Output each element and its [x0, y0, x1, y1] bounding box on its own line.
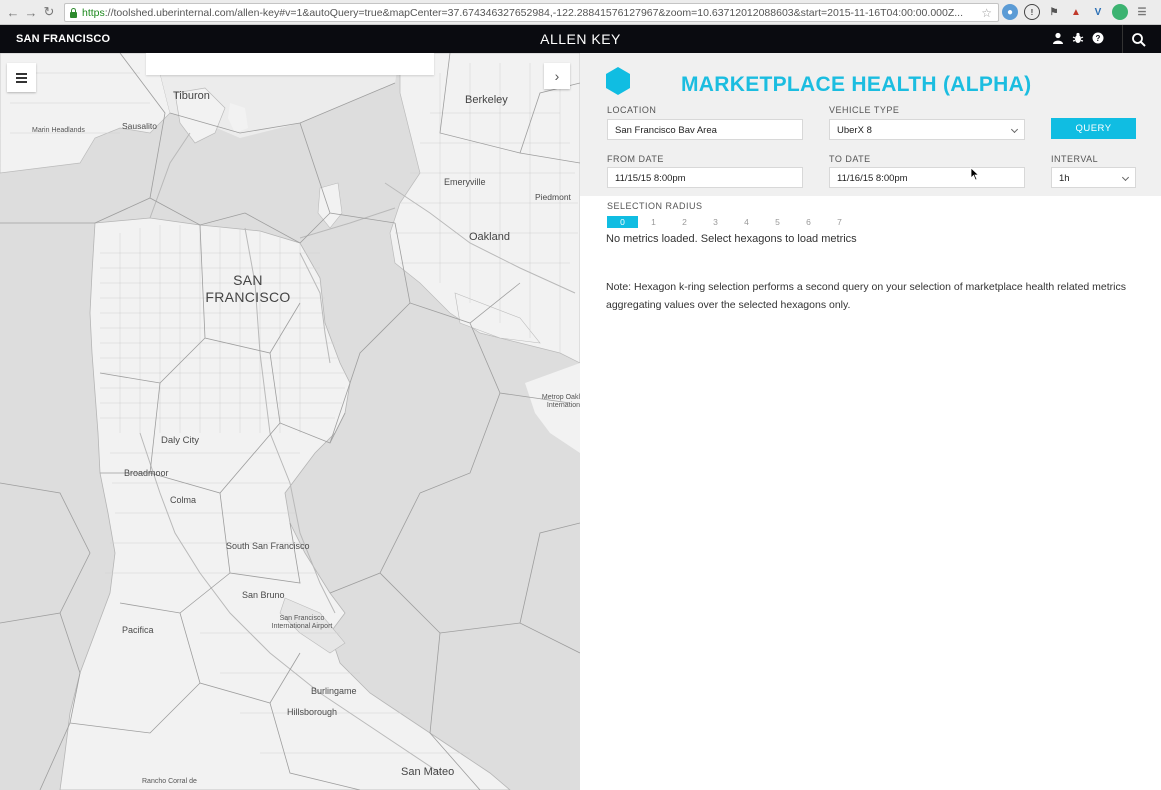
map-label-sausalito: Sausalito	[122, 121, 157, 131]
extension-icon[interactable]: V	[1090, 4, 1106, 20]
address-bar[interactable]: https://toolshed.uberinternal.com/allen-…	[64, 3, 999, 22]
interval-select[interactable]: 1h	[1051, 167, 1136, 188]
query-form: MARKETPLACE HEALTH (ALPHA) LOCATION San …	[580, 53, 1161, 196]
user-icon[interactable]	[1051, 31, 1065, 45]
map-label-emeryville: Emeryville	[444, 177, 486, 187]
metrics-status-message: No metrics loaded. Select hexagons to lo…	[606, 233, 857, 245]
app-header: SAN FRANCISCO ALLEN KEY ?	[0, 25, 1161, 53]
query-button[interactable]: QUERY	[1051, 118, 1136, 139]
to-date-label: TO DATE	[829, 154, 871, 164]
map-label-daly-city: Daly City	[161, 435, 200, 446]
radius-option[interactable]: 5	[762, 216, 793, 228]
from-date-input[interactable]: 11/15/15 8:00pm	[607, 167, 803, 188]
interval-label: INTERVAL	[1051, 154, 1099, 164]
chevron-down-icon	[1010, 125, 1019, 134]
reload-icon[interactable]: ↻	[40, 3, 58, 21]
bug-icon[interactable]	[1071, 31, 1085, 45]
extension-icon[interactable]: ●	[1002, 4, 1018, 20]
map-view[interactable]: Tiburon Marin Headlands Sausalito Berkel…	[0, 53, 580, 790]
map-label-oakland-airport: Metrop Oakl Internation	[541, 394, 580, 409]
browser-toolbar: ← → ↻ https://toolshed.uberinternal.com/…	[0, 0, 1161, 25]
url-text: ://toolshed.uberinternal.com/allen-key#v…	[104, 6, 964, 19]
selection-radius-label: SELECTION RADIUS	[607, 201, 703, 211]
panel-toggle-button[interactable]: ›	[544, 63, 570, 89]
map-label-marin-headlands: Marin Headlands	[32, 127, 85, 134]
map-label-tiburon: Tiburon	[173, 90, 210, 102]
kring-note: Note: Hexagon k-ring selection performs …	[606, 281, 1127, 311]
chevron-down-icon	[1121, 173, 1130, 182]
map-label-san-francisco: SAN FRANCISCO	[205, 272, 291, 305]
vehicle-type-select[interactable]: UberX 8	[829, 119, 1025, 140]
radius-option[interactable]: 4	[731, 216, 762, 228]
map-label-piedmont: Piedmont	[535, 192, 571, 202]
panel-title: MARKETPLACE HEALTH (ALPHA)	[681, 73, 1032, 96]
map-label-san-mateo: San Mateo	[401, 766, 455, 778]
location-input[interactable]: San Francisco Bav Area	[607, 119, 803, 140]
help-icon[interactable]: ?	[1091, 31, 1105, 45]
map-label-broadmoor: Broadmoor	[124, 468, 169, 478]
hamburger-icon	[16, 76, 27, 79]
marketplace-health-panel: MARKETPLACE HEALTH (ALPHA) LOCATION San …	[580, 53, 1161, 790]
map-label-pacifica: Pacifica	[122, 625, 154, 635]
map-label-rancho-corral: Rancho Corral de	[142, 778, 197, 785]
radius-option[interactable]: 3	[700, 216, 731, 228]
map-label-hillsborough: Hillsborough	[287, 707, 338, 717]
map-label-oakland: Oakland	[469, 231, 510, 243]
bookmark-star-icon[interactable]: ☆	[981, 6, 992, 20]
map-canvas	[0, 53, 580, 790]
mouse-cursor-icon	[970, 167, 979, 181]
radius-option[interactable]: 7	[824, 216, 855, 228]
radius-option[interactable]: 6	[793, 216, 824, 228]
svg-text:?: ?	[1096, 34, 1101, 43]
extension-icon[interactable]	[1112, 4, 1128, 20]
chevron-right-icon: ›	[554, 68, 560, 84]
to-date-input[interactable]: 11/16/15 8:00pm	[829, 167, 1025, 188]
radius-option[interactable]: 0	[607, 216, 638, 228]
from-date-label: FROM DATE	[607, 154, 664, 164]
search-icon[interactable]	[1131, 32, 1147, 48]
back-icon[interactable]: ←	[4, 3, 22, 21]
selection-radius-picker: 0 1 2 3 4 5 6 7	[607, 216, 855, 228]
extension-icons: ● ! ⚑ ▲ V ☰	[1002, 4, 1150, 20]
extension-icon[interactable]: !	[1024, 4, 1040, 20]
extension-icon[interactable]: ▲	[1068, 4, 1084, 20]
radius-option[interactable]: 1	[638, 216, 669, 228]
map-label-colma: Colma	[170, 495, 197, 505]
interval-value: 1h	[1059, 173, 1070, 184]
app-title: ALLEN KEY	[540, 31, 621, 47]
map-label-sfo: San Francisco International Airport	[271, 615, 333, 630]
radius-option[interactable]: 2	[669, 216, 700, 228]
map-menu-button[interactable]	[7, 63, 36, 92]
map-label-berkeley: Berkeley	[465, 94, 508, 106]
lock-icon	[69, 7, 78, 18]
extension-icon[interactable]: ⚑	[1046, 4, 1062, 20]
map-label-san-bruno: San Bruno	[242, 590, 285, 600]
vehicle-type-label: VEHICLE TYPE	[829, 105, 900, 115]
map-label-south-san-francisco: South San Francisco	[226, 541, 310, 551]
forward-icon[interactable]: →	[22, 3, 40, 21]
map-search-bar[interactable]	[146, 53, 434, 75]
location-label: LOCATION	[607, 105, 657, 115]
chrome-menu-icon[interactable]: ☰	[1134, 4, 1150, 20]
url-scheme: https	[82, 6, 105, 19]
vehicle-type-value: UberX 8	[837, 125, 872, 136]
map-label-burlingame: Burlingame	[311, 686, 357, 696]
hexagon-logo-icon	[606, 67, 630, 95]
header-divider	[1122, 25, 1123, 53]
